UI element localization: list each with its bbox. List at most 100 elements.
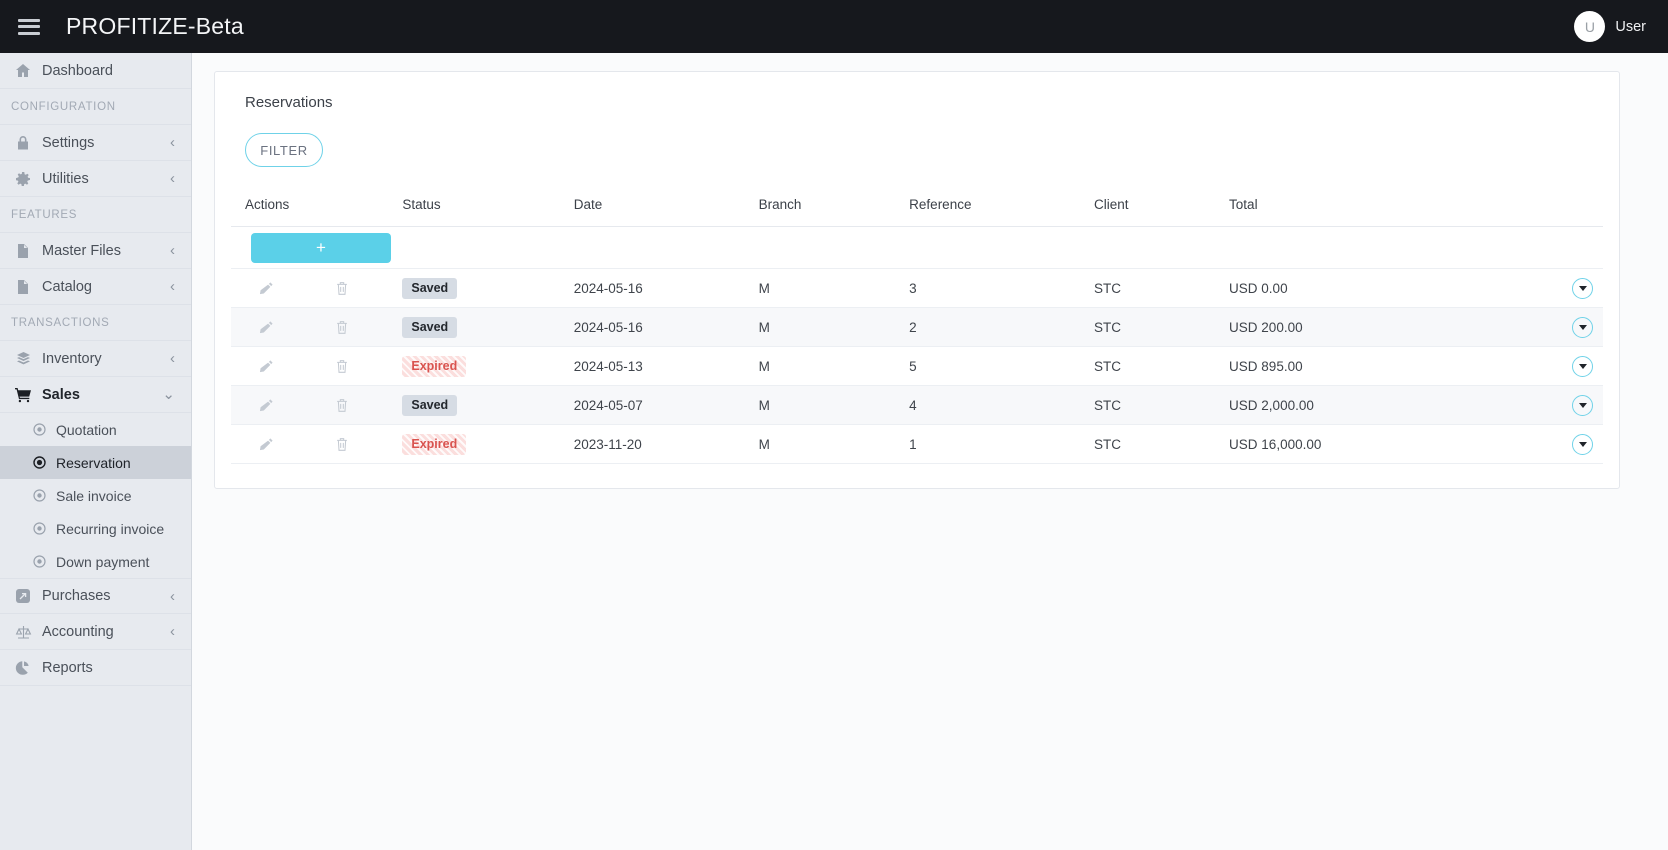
table-row[interactable]: Saved 2024-05-07 M 4 STC USD 2,000.00 (231, 385, 1603, 425)
sidebar-item-label: Catalog (42, 278, 92, 295)
sidebar-section-configuration: CONFIGURATION (0, 89, 191, 125)
sidebar-section-features: FEATURES (0, 197, 191, 233)
expand-row-button[interactable] (1572, 355, 1593, 377)
empty-cell (402, 226, 574, 269)
edit-icon[interactable] (253, 353, 279, 379)
circle-dot-icon (28, 489, 50, 502)
delete-icon[interactable] (329, 314, 355, 340)
caret-down-icon (1578, 324, 1587, 330)
sidebar-item-sale-invoice[interactable]: Sale invoice (0, 479, 191, 512)
row-client: STC (1094, 307, 1230, 347)
boxes-icon (10, 351, 36, 367)
table-row[interactable]: Expired 2023-11-20 M 1 STC USD 16,000.00 (231, 424, 1603, 464)
sidebar-item-utilities[interactable]: Utilities ‹ (0, 161, 191, 197)
row-actions (231, 268, 403, 308)
row-reference: 5 (909, 346, 1095, 386)
delete-icon[interactable] (329, 275, 355, 301)
row-actions (231, 307, 403, 347)
chevron-left-icon[interactable]: ‹ (170, 589, 175, 604)
sidebar-item-settings[interactable]: Settings ‹ (0, 125, 191, 161)
delete-icon[interactable] (329, 392, 355, 418)
sidebar-item-reservation[interactable]: Reservation (0, 446, 191, 479)
sidebar-item-purchases[interactable]: Purchases ‹ (0, 578, 191, 614)
status-badge: Saved (402, 277, 458, 299)
row-date: 2023-11-20 (573, 424, 759, 464)
row-client: STC (1094, 424, 1230, 464)
edit-icon[interactable] (253, 431, 279, 457)
chevron-down-icon[interactable]: ⌄ (162, 387, 175, 402)
expand-row-button[interactable] (1572, 316, 1593, 338)
expand-row-button[interactable] (1572, 433, 1593, 455)
sidebar-item-sales[interactable]: Sales ⌄ (0, 377, 191, 413)
sidebar-item-down-payment[interactable]: Down payment (0, 545, 191, 578)
row-branch: M (758, 424, 910, 464)
expand-row-button[interactable] (1572, 394, 1593, 416)
delete-icon[interactable] (329, 353, 355, 379)
sidebar-item-inventory[interactable]: Inventory ‹ (0, 341, 191, 377)
user-menu[interactable]: U User (1574, 11, 1646, 42)
row-actions (231, 385, 403, 425)
add-cell: + (231, 226, 403, 269)
table-body: + Saved 2024-05-16 M 3 STC USD 0.00 Save… (231, 226, 1603, 464)
row-branch: M (758, 268, 910, 308)
hamburger-bar (18, 31, 40, 35)
chevron-left-icon[interactable]: ‹ (170, 135, 175, 150)
row-date: 2024-05-13 (573, 346, 759, 386)
edit-icon[interactable] (253, 392, 279, 418)
table-row[interactable]: Expired 2024-05-13 M 5 STC USD 895.00 (231, 346, 1603, 386)
chevron-left-icon[interactable]: ‹ (170, 279, 175, 294)
sidebar-item-accounting[interactable]: Accounting ‹ (0, 614, 191, 650)
main-content: Reservations FILTER Actions Status Date … (192, 53, 1668, 850)
empty-cell (1229, 226, 1531, 269)
sidebar-item-dashboard[interactable]: Dashboard (0, 53, 191, 89)
add-reservation-button[interactable]: + (251, 232, 391, 263)
row-date: 2024-05-16 (573, 307, 759, 347)
sidebar-item-label: Quotation (56, 421, 117, 438)
sidebar-item-quotation[interactable]: Quotation (0, 413, 191, 446)
sidebar-item-recurring-invoice[interactable]: Recurring invoice (0, 512, 191, 545)
row-date: 2024-05-07 (573, 385, 759, 425)
chevron-left-icon[interactable]: ‹ (170, 624, 175, 639)
table-header: Actions Status Date Branch Reference Cli… (231, 197, 1603, 227)
table-row[interactable]: Saved 2024-05-16 M 2 STC USD 200.00 (231, 307, 1603, 347)
column-header-date: Date (573, 197, 759, 227)
pie-chart-icon (10, 660, 36, 676)
status-badge: Saved (402, 316, 458, 338)
sidebar-item-label: Master Files (42, 242, 121, 259)
table-row[interactable]: Saved 2024-05-16 M 3 STC USD 0.00 (231, 268, 1603, 308)
sidebar-item-label: Reservation (56, 454, 131, 471)
sidebar-item-master-files[interactable]: Master Files ‹ (0, 233, 191, 269)
row-status: Saved (402, 385, 574, 425)
sidebar-item-label: Sales (42, 386, 80, 403)
sidebar: Dashboard CONFIGURATION Settings ‹ Utili… (0, 53, 192, 850)
hamburger-icon[interactable] (18, 18, 40, 35)
avatar: U (1574, 11, 1606, 42)
reservations-card: Reservations FILTER Actions Status Date … (214, 71, 1620, 489)
empty-cell (1094, 226, 1230, 269)
row-actions (231, 346, 403, 386)
table-header-row: Actions Status Date Branch Reference Cli… (231, 197, 1603, 227)
sidebar-item-reports[interactable]: Reports (0, 650, 191, 686)
sidebar-section-transactions: TRANSACTIONS (0, 305, 191, 341)
chevron-left-icon[interactable]: ‹ (170, 351, 175, 366)
edit-icon[interactable] (253, 275, 279, 301)
chevron-left-icon[interactable]: ‹ (170, 171, 175, 186)
edit-icon[interactable] (253, 314, 279, 340)
expand-row-button[interactable] (1572, 277, 1593, 299)
row-client: STC (1094, 385, 1230, 425)
gear-icon (10, 171, 36, 187)
row-expand-cell (1530, 424, 1603, 464)
empty-cell (758, 226, 910, 269)
row-reference: 2 (909, 307, 1095, 347)
sidebar-item-label: Utilities (42, 170, 89, 187)
sidebar-item-label: Dashboard (42, 62, 113, 79)
file-lines-icon (10, 279, 36, 295)
caret-down-icon (1578, 363, 1587, 369)
sidebar-item-catalog[interactable]: Catalog ‹ (0, 269, 191, 305)
row-actions (231, 424, 403, 464)
row-status: Saved (402, 268, 574, 308)
delete-icon[interactable] (329, 431, 355, 457)
filter-button[interactable]: FILTER (245, 133, 323, 167)
chevron-left-icon[interactable]: ‹ (170, 243, 175, 258)
column-header-client: Client (1094, 197, 1230, 227)
